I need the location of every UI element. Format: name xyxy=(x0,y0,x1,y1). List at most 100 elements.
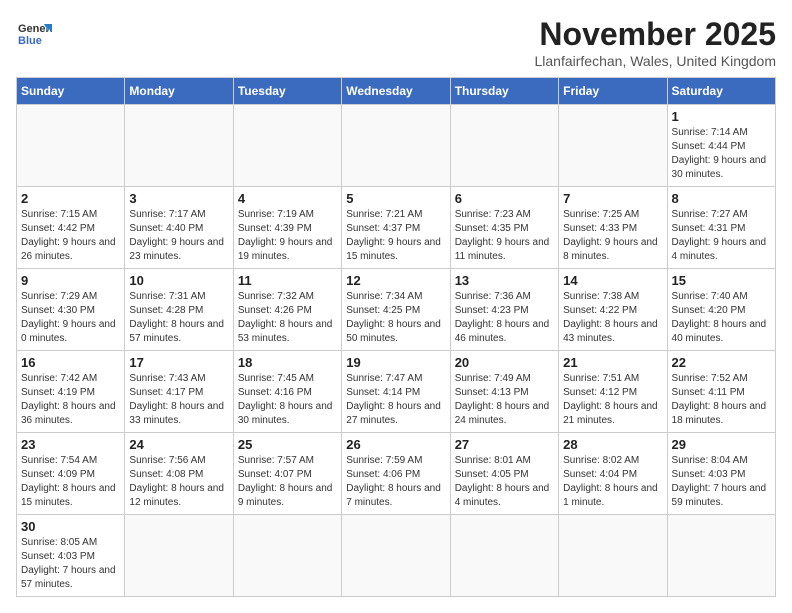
calendar-cell xyxy=(450,105,558,187)
day-number: 26 xyxy=(346,437,445,452)
calendar-cell xyxy=(125,515,233,597)
day-number: 21 xyxy=(563,355,662,370)
day-header-wednesday: Wednesday xyxy=(342,78,450,105)
day-info: Sunrise: 7:51 AM Sunset: 4:12 PM Dayligh… xyxy=(563,372,662,428)
day-number: 28 xyxy=(563,437,662,452)
calendar-cell: 9Sunrise: 7:29 AM Sunset: 4:30 PM Daylig… xyxy=(17,269,125,351)
logo-icon: General Blue xyxy=(16,16,52,52)
day-number: 13 xyxy=(455,273,554,288)
calendar-week-5: 23 Sunrise: 7:54 AM Sunset: 4:09 PM Dayli… xyxy=(17,433,776,515)
calendar-cell: 3Sunrise: 7:17 AM Sunset: 4:40 PM Daylig… xyxy=(125,187,233,269)
calendar-cell xyxy=(667,515,775,597)
day-number: 16 xyxy=(21,355,120,370)
calendar-cell: 29 Sunrise: 8:04 AM Sunset: 4:03 PM Dayli… xyxy=(667,433,775,515)
day-info: Sunrise: 7:42 AM Sunset: 4:19 PM Dayligh… xyxy=(21,372,120,428)
calendar-cell xyxy=(342,105,450,187)
day-info: Sunrise: 7:40 AM Sunset: 4:20 PM Dayligh… xyxy=(672,290,771,346)
day-info: Sunrise: 7:38 AM Sunset: 4:22 PM Dayligh… xyxy=(563,290,662,346)
day-header-saturday: Saturday xyxy=(667,78,775,105)
calendar-cell: 16 Sunrise: 7:42 AM Sunset: 4:19 PM Dayli… xyxy=(17,351,125,433)
day-info: Sunrise: 7:25 AM Sunset: 4:33 PM Dayligh… xyxy=(563,208,662,264)
day-header-thursday: Thursday xyxy=(450,78,558,105)
day-info: Sunrise: 7:54 AM Sunset: 4:09 PM Dayligh… xyxy=(21,454,120,510)
day-info: Sunrise: 7:23 AM Sunset: 4:35 PM Dayligh… xyxy=(455,208,554,264)
day-header-tuesday: Tuesday xyxy=(233,78,341,105)
calendar-cell: 28 Sunrise: 8:02 AM Sunset: 4:04 PM Dayli… xyxy=(559,433,667,515)
day-info: Sunrise: 8:02 AM Sunset: 4:04 PM Dayligh… xyxy=(563,454,662,510)
day-info: Sunrise: 7:43 AM Sunset: 4:17 PM Dayligh… xyxy=(129,372,228,428)
day-number: 14 xyxy=(563,273,662,288)
calendar-table: SundayMondayTuesdayWednesdayThursdayFrid… xyxy=(16,77,776,597)
day-info: Sunrise: 7:56 AM Sunset: 4:08 PM Dayligh… xyxy=(129,454,228,510)
svg-text:Blue: Blue xyxy=(18,35,42,47)
day-number: 10 xyxy=(129,273,228,288)
calendar-cell xyxy=(559,105,667,187)
day-number: 11 xyxy=(238,273,337,288)
calendar-week-6: 30Sunrise: 8:05 AM Sunset: 4:03 PM Dayli… xyxy=(17,515,776,597)
day-info: Sunrise: 7:36 AM Sunset: 4:23 PM Dayligh… xyxy=(455,290,554,346)
calendar-cell: 1 Sunrise: 7:14 AM Sunset: 4:44 PM Daylig… xyxy=(667,105,775,187)
calendar-body: 1 Sunrise: 7:14 AM Sunset: 4:44 PM Daylig… xyxy=(17,105,776,597)
day-info: Sunrise: 7:34 AM Sunset: 4:25 PM Dayligh… xyxy=(346,290,445,346)
day-number: 29 xyxy=(672,437,771,452)
day-info: Sunrise: 7:52 AM Sunset: 4:11 PM Dayligh… xyxy=(672,372,771,428)
calendar-week-2: 2Sunrise: 7:15 AM Sunset: 4:42 PM Daylig… xyxy=(17,187,776,269)
day-number: 5 xyxy=(346,191,445,206)
day-number: 27 xyxy=(455,437,554,452)
day-number: 6 xyxy=(455,191,554,206)
calendar-cell xyxy=(233,515,341,597)
calendar-cell: 4Sunrise: 7:19 AM Sunset: 4:39 PM Daylig… xyxy=(233,187,341,269)
day-info: Sunrise: 7:49 AM Sunset: 4:13 PM Dayligh… xyxy=(455,372,554,428)
calendar-cell: 21 Sunrise: 7:51 AM Sunset: 4:12 PM Dayli… xyxy=(559,351,667,433)
day-info: Sunrise: 7:47 AM Sunset: 4:14 PM Dayligh… xyxy=(346,372,445,428)
calendar-cell: 5 Sunrise: 7:21 AM Sunset: 4:37 PM Daylig… xyxy=(342,187,450,269)
calendar-cell: 6 Sunrise: 7:23 AM Sunset: 4:35 PM Daylig… xyxy=(450,187,558,269)
calendar-cell: 13 Sunrise: 7:36 AM Sunset: 4:23 PM Dayli… xyxy=(450,269,558,351)
day-info: Sunrise: 7:31 AM Sunset: 4:28 PM Dayligh… xyxy=(129,290,228,346)
day-header-monday: Monday xyxy=(125,78,233,105)
day-info: Sunrise: 7:59 AM Sunset: 4:06 PM Dayligh… xyxy=(346,454,445,510)
calendar-cell: 17 Sunrise: 7:43 AM Sunset: 4:17 PM Dayli… xyxy=(125,351,233,433)
day-number: 18 xyxy=(238,355,337,370)
day-info: Sunrise: 7:27 AM Sunset: 4:31 PM Dayligh… xyxy=(672,208,771,264)
calendar-cell xyxy=(450,515,558,597)
calendar-week-4: 16 Sunrise: 7:42 AM Sunset: 4:19 PM Dayli… xyxy=(17,351,776,433)
day-info: Sunrise: 7:21 AM Sunset: 4:37 PM Dayligh… xyxy=(346,208,445,264)
page-header: General Blue November 2025 Llanfairfecha… xyxy=(16,16,776,69)
day-header-friday: Friday xyxy=(559,78,667,105)
calendar-cell xyxy=(125,105,233,187)
day-number: 17 xyxy=(129,355,228,370)
calendar-cell: 26 Sunrise: 7:59 AM Sunset: 4:06 PM Dayli… xyxy=(342,433,450,515)
day-number: 1 xyxy=(672,109,771,124)
calendar-week-1: 1 Sunrise: 7:14 AM Sunset: 4:44 PM Daylig… xyxy=(17,105,776,187)
calendar-cell: 18 Sunrise: 7:45 AM Sunset: 4:16 PM Dayli… xyxy=(233,351,341,433)
calendar-cell xyxy=(559,515,667,597)
day-number: 9 xyxy=(21,273,120,288)
day-number: 30 xyxy=(21,519,120,534)
calendar-cell: 10 Sunrise: 7:31 AM Sunset: 4:28 PM Dayli… xyxy=(125,269,233,351)
day-info: Sunrise: 7:45 AM Sunset: 4:16 PM Dayligh… xyxy=(238,372,337,428)
calendar-cell: 19 Sunrise: 7:47 AM Sunset: 4:14 PM Dayli… xyxy=(342,351,450,433)
calendar-cell: 7 Sunrise: 7:25 AM Sunset: 4:33 PM Daylig… xyxy=(559,187,667,269)
day-number: 23 xyxy=(21,437,120,452)
day-info: Sunrise: 8:04 AM Sunset: 4:03 PM Dayligh… xyxy=(672,454,771,510)
day-number: 12 xyxy=(346,273,445,288)
day-number: 20 xyxy=(455,355,554,370)
day-number: 22 xyxy=(672,355,771,370)
calendar-cell: 22 Sunrise: 7:52 AM Sunset: 4:11 PM Dayli… xyxy=(667,351,775,433)
calendar-cell: 23 Sunrise: 7:54 AM Sunset: 4:09 PM Dayli… xyxy=(17,433,125,515)
day-info: Sunrise: 7:57 AM Sunset: 4:07 PM Dayligh… xyxy=(238,454,337,510)
calendar-title: November 2025 xyxy=(535,16,777,53)
day-number: 19 xyxy=(346,355,445,370)
calendar-week-3: 9Sunrise: 7:29 AM Sunset: 4:30 PM Daylig… xyxy=(17,269,776,351)
day-header-sunday: Sunday xyxy=(17,78,125,105)
day-number: 7 xyxy=(563,191,662,206)
calendar-cell: 24Sunrise: 7:56 AM Sunset: 4:08 PM Dayli… xyxy=(125,433,233,515)
day-info: Sunrise: 7:17 AM Sunset: 4:40 PM Dayligh… xyxy=(129,208,228,264)
title-area: November 2025 Llanfairfechan, Wales, Uni… xyxy=(535,16,777,69)
calendar-cell xyxy=(17,105,125,187)
day-info: Sunrise: 7:14 AM Sunset: 4:44 PM Dayligh… xyxy=(672,126,771,182)
calendar-cell: 27Sunrise: 8:01 AM Sunset: 4:05 PM Dayli… xyxy=(450,433,558,515)
calendar-header-row: SundayMondayTuesdayWednesdayThursdayFrid… xyxy=(17,78,776,105)
calendar-cell: 2Sunrise: 7:15 AM Sunset: 4:42 PM Daylig… xyxy=(17,187,125,269)
